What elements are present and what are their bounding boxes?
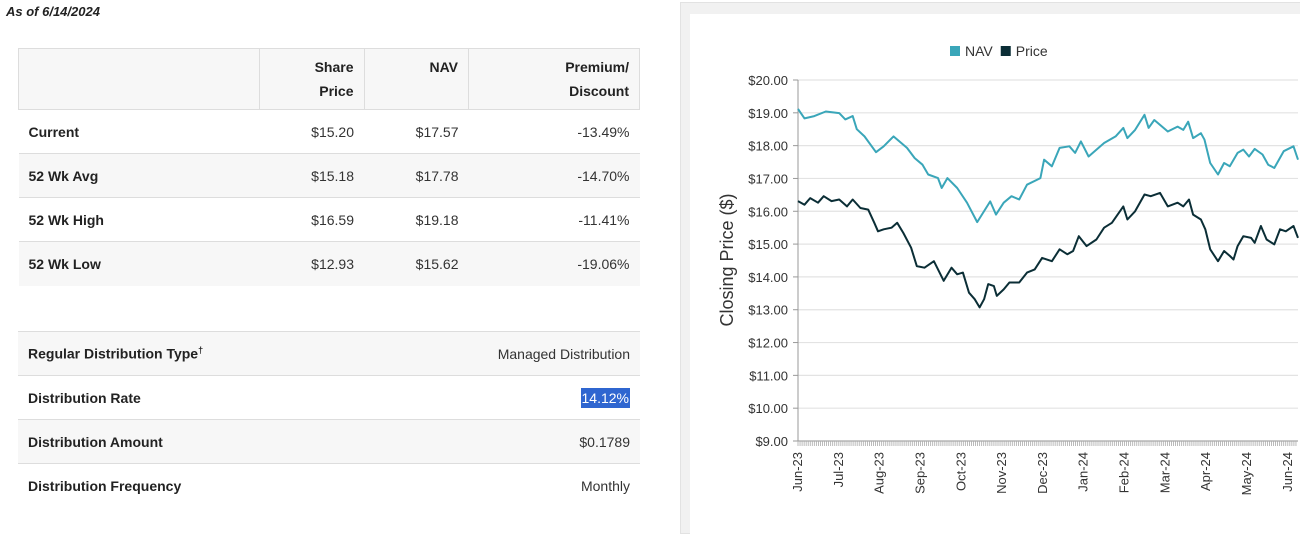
y-tick-label: $12.00 (748, 336, 788, 351)
x-tick-label: Jun-23 (790, 452, 805, 492)
x-tick-label: May-24 (1239, 452, 1254, 495)
x-tick-label: Jan-24 (1076, 452, 1091, 492)
legend-swatch-price (1000, 46, 1011, 56)
y-tick-label: $11.00 (749, 368, 788, 383)
x-tick-label: Nov-23 (994, 452, 1009, 494)
y-tick-label: $14.00 (748, 270, 788, 285)
x-tick-label: Apr-24 (1198, 452, 1213, 491)
x-tick-label: Dec-23 (1035, 452, 1050, 494)
y-tick-label: $19.00 (748, 106, 788, 121)
y-tick-label: $10.00 (748, 401, 788, 416)
legend-label-price: Price (1016, 43, 1048, 59)
x-tick-label: Sep-23 (912, 452, 927, 494)
legend-swatch-nav (950, 46, 960, 56)
x-tick-label: Jul-23 (831, 452, 846, 487)
legend-label-nav: NAV (965, 43, 993, 59)
series-line-price (797, 191, 1299, 309)
y-tick-label: $17.00 (748, 171, 788, 186)
x-tick-label: Mar-24 (1157, 452, 1172, 493)
x-tick-label: Oct-23 (953, 452, 968, 491)
y-tick-label: $9.00 (755, 434, 788, 449)
x-tick-label: Feb-24 (1117, 452, 1132, 493)
y-axis-title: Closing Price ($) (717, 193, 737, 326)
series-line-nav (797, 108, 1299, 224)
y-tick-label: $16.00 (748, 204, 788, 219)
x-tick-label: Aug-23 (872, 452, 887, 494)
price-chart: $9.00 $10.00 $11.00 $12.00 $13.00 $14.00 $15.0… (717, 43, 1299, 495)
x-tick-label: Jun-24 (1280, 452, 1295, 492)
y-tick-label: $15.00 (748, 237, 788, 252)
y-tick-label: $13.00 (748, 303, 788, 318)
y-tick-label: $18.00 (748, 139, 788, 154)
y-tick-label: $20.00 (748, 73, 788, 88)
